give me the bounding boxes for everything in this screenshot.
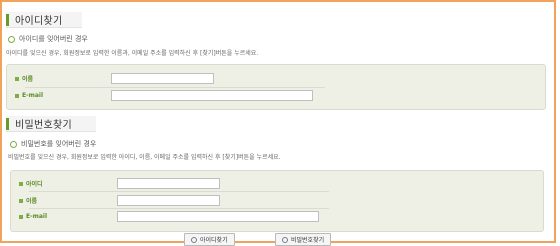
circle-bullet-icon: [8, 35, 15, 43]
email-label: E-mail: [19, 213, 91, 220]
circle-bullet-icon: [10, 140, 17, 148]
email-label: E-mail: [15, 92, 87, 99]
find-id-title: 아이디찾기: [15, 16, 63, 27]
find-password-email-input[interactable]: [117, 211, 319, 222]
find-id-description: 아이디를 잊으신 경우, 회원정보로 입력한 이름과, 이메일 주소를 입력하신…: [6, 50, 259, 57]
circle-bullet-icon: [282, 236, 288, 243]
find-id-subtitle-text: 아이디를 잊어버린 경우: [19, 35, 88, 43]
find-id-name-input[interactable]: [111, 73, 214, 84]
find-id-name-row: 이름: [15, 73, 214, 84]
find-password-name-row: 이름: [19, 195, 220, 206]
find-password-button-label: 비밀번호찾기: [291, 237, 325, 244]
email-label-text: E-mail: [22, 92, 44, 99]
find-id-subtitle: 아이디를 잊어버린 경우: [8, 34, 88, 44]
find-password-email-row: E-mail: [19, 211, 319, 222]
find-password-button[interactable]: 비밀번호찾기: [275, 233, 332, 246]
id-label: 아이디: [19, 179, 91, 188]
square-bullet-icon: [15, 76, 19, 81]
find-id-button-label: 아이디찾기: [200, 237, 228, 244]
form-divider: [29, 191, 329, 192]
square-bullet-icon: [19, 214, 23, 219]
find-id-email-row: E-mail: [15, 90, 313, 101]
square-bullet-icon: [19, 198, 23, 203]
form-divider: [29, 208, 329, 209]
square-bullet-icon: [15, 93, 19, 98]
header-bar-icon: [6, 117, 9, 130]
name-label-text: 이름: [26, 198, 38, 205]
find-id-form: 이름 E-mail: [6, 64, 546, 110]
square-bullet-icon: [19, 181, 23, 186]
circle-bullet-icon: [191, 236, 197, 243]
find-password-description: 비밀번호를 잊으신 경우, 회원정보로 입력한 아이디, 이름, 이메일 주소를…: [8, 154, 281, 161]
find-id-email-input[interactable]: [111, 90, 313, 101]
find-id-button[interactable]: 아이디찾기: [184, 233, 235, 246]
name-label-text: 이름: [22, 76, 34, 83]
id-label-text: 아이디: [26, 181, 43, 188]
find-password-subtitle-text: 비밀번호를 잊어버린 경우: [21, 140, 97, 148]
find-password-form: 아이디 이름 E-mail: [10, 170, 544, 232]
find-password-name-input[interactable]: [117, 195, 220, 206]
name-label: 이름: [15, 74, 87, 83]
name-label: 이름: [19, 196, 91, 205]
find-id-header: 아이디찾기: [6, 12, 82, 28]
find-password-title: 비밀번호찾기: [15, 120, 72, 131]
header-bar-icon: [6, 13, 9, 26]
find-password-id-input[interactable]: [117, 178, 220, 189]
find-password-subtitle: 비밀번호를 잊어버린 경우: [10, 139, 96, 149]
email-label-text: E-mail: [26, 213, 48, 220]
find-password-header: 비밀번호찾기: [6, 116, 96, 132]
form-divider: [25, 87, 325, 88]
find-password-id-row: 아이디: [19, 178, 220, 189]
